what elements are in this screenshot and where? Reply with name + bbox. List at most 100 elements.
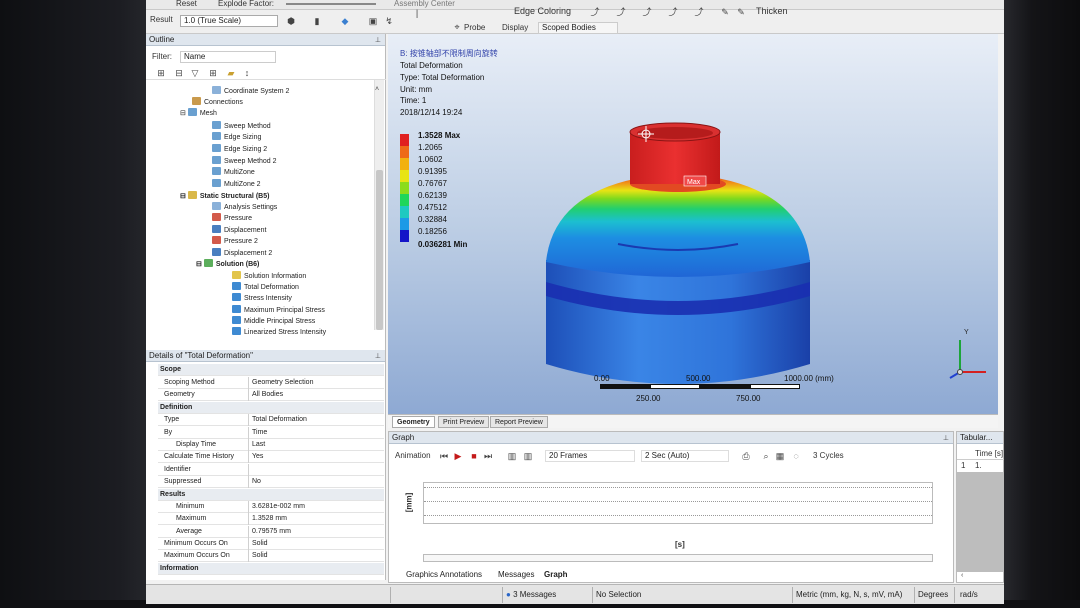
tab-graph[interactable]: Graph [544, 568, 568, 582]
tree-item-pressure-2[interactable]: Pressure 2 [212, 236, 258, 247]
tree-item-edge-sizing-2[interactable]: Edge Sizing 2 [212, 144, 267, 155]
tabular-row[interactable]: 1 1. [957, 460, 1004, 472]
edge-coloring-dropdown[interactable]: Edge Coloring [514, 6, 571, 16]
tab-messages[interactable]: Messages [498, 568, 534, 582]
tree-item-pressure[interactable]: Pressure [212, 213, 252, 224]
reset-button[interactable]: Reset [176, 0, 197, 8]
tree-item-middle-principal-stress[interactable]: Middle Principal Stress [232, 316, 315, 327]
grid-icon[interactable]: ▦ [775, 451, 785, 461]
filter-icon[interactable]: ▽ [190, 68, 200, 78]
details-section-definition[interactable]: Definition [158, 402, 384, 414]
details-row-min-occurs-on[interactable]: Minimum Occurs On Solid [158, 538, 384, 550]
tab-geometry[interactable]: Geometry [392, 416, 435, 428]
details-row-calc-time-history[interactable]: Calculate Time History Yes [158, 451, 384, 463]
tree-item-solution-information[interactable]: Solution Information [232, 271, 306, 282]
contour-bands-icon[interactable]: ▮ [312, 16, 322, 26]
tree-item-max-principal-stress[interactable]: Maximum Principal Stress [232, 305, 325, 316]
tree-item-linearized-stress[interactable]: Linearized Stress Intensity [232, 327, 326, 338]
details-row-geometry[interactable]: Geometry All Bodies [158, 389, 384, 401]
tab-print-preview[interactable]: Print Preview [438, 416, 490, 428]
graph-plot-area[interactable] [423, 482, 933, 524]
deformation-model[interactable]: Max [518, 114, 838, 404]
min-marker-icon[interactable]: ↯ [384, 16, 394, 26]
explode-factor-slider[interactable] [286, 3, 376, 5]
tree-item-sweep-method-2[interactable]: Sweep Method 2 [212, 156, 277, 167]
edge-display-icon-5[interactable]: ⤴ [694, 7, 704, 17]
tree-item-stress-intensity[interactable]: Stress Intensity [232, 293, 292, 304]
zoom-icon[interactable]: ⌕ [761, 451, 771, 461]
tab-graphics-annotations[interactable]: Graphics Annotations [406, 568, 482, 582]
edge-display-icon-3[interactable]: ⤴ [642, 7, 652, 17]
details-row-type[interactable]: Type Total Deformation [158, 414, 384, 426]
tree-item-displacement-2[interactable]: Displacement 2 [212, 248, 272, 259]
details-row-maximum[interactable]: Maximum 1.3528 mm [158, 513, 384, 525]
details-section-results[interactable]: Results [158, 489, 384, 501]
details-section-scope[interactable]: Scope [158, 364, 384, 376]
outline-scrollbar[interactable] [374, 80, 384, 330]
stop-icon[interactable]: ■ [469, 451, 479, 461]
skip-forward-icon[interactable]: ⏭ [483, 451, 493, 461]
tree-item-mesh[interactable]: ⊟ Mesh [180, 108, 217, 119]
scoped-bodies-dropdown[interactable]: Scoped Bodies [538, 22, 618, 34]
outline-scroll-thumb[interactable] [376, 170, 383, 330]
tree-item-multizone-2[interactable]: MultiZone 2 [212, 179, 261, 190]
frames-icon[interactable]: ▥ [507, 451, 517, 461]
time-slider[interactable] [423, 554, 933, 562]
scroll-left-icon[interactable]: ‹ [961, 572, 963, 579]
duration-dropdown[interactable]: 2 Sec (Auto) [641, 450, 729, 462]
frames-dropdown[interactable]: 20 Frames [545, 450, 635, 462]
edge-display-icon-4[interactable]: ⤴ [668, 7, 678, 17]
expand-icon[interactable]: ⊞ [208, 68, 218, 78]
details-row-minimum[interactable]: Minimum 3.6281e-002 mm [158, 501, 384, 513]
skip-back-icon[interactable]: ⏮ [439, 451, 449, 461]
probe-icon[interactable]: ⌖ [452, 22, 462, 32]
thicken-button[interactable]: Thicken [756, 6, 788, 16]
result-scale-dropdown[interactable]: 1.0 (True Scale) [180, 15, 278, 27]
edge-display-icon-6[interactable]: ✎ [720, 7, 730, 17]
folder-icon[interactable]: ▰ [226, 68, 236, 78]
filter-dropdown[interactable]: Name [180, 51, 276, 63]
messages-status[interactable]: ● 3 Messages [506, 588, 556, 602]
tree-item-sweep-method[interactable]: Sweep Method [212, 121, 271, 132]
edges-icon[interactable]: ◆ [340, 16, 350, 26]
tree-item-connections[interactable]: Connections [192, 97, 243, 108]
details-row-display-time[interactable]: Display Time Last [158, 439, 384, 451]
angular-velocity-unit-status[interactable]: rad/s [960, 588, 978, 602]
assembly-center-dropdown[interactable]: Assembly Center [394, 0, 455, 8]
graphics-viewport[interactable]: B: 按锥轴部不限制周向旋转 Total Deformation Type: T… [388, 34, 998, 414]
tree-item-static-structural[interactable]: ⊟ Static Structural (B5) [180, 191, 269, 202]
details-section-information[interactable]: Information [158, 563, 384, 575]
tree-item-analysis-settings[interactable]: Analysis Settings [212, 202, 277, 213]
expand-all-icon[interactable]: ⊞ [156, 68, 166, 78]
pin-icon[interactable]: ⊥ [375, 36, 381, 44]
angle-unit-status[interactable]: Degrees [918, 588, 948, 602]
edge-display-icon-1[interactable]: ⤴ [590, 7, 600, 17]
play-icon[interactable]: ▶ [453, 451, 463, 461]
pin-icon[interactable]: ⊥ [943, 434, 949, 442]
tree-item-multizone[interactable]: MultiZone [212, 167, 255, 178]
tree-item-edge-sizing[interactable]: Edge Sizing [212, 132, 261, 143]
edge-display-icon-7[interactable]: ✎ [736, 7, 746, 17]
pin-icon[interactable]: ⊥ [375, 352, 381, 360]
details-row-scoping-method[interactable]: Scoping Method Geometry Selection [158, 377, 384, 389]
tree-item-solution[interactable]: ⊟ Solution (B6) [196, 259, 259, 270]
max-marker-icon[interactable]: ▣ [368, 16, 378, 26]
sort-icon[interactable]: ↕ [242, 68, 252, 78]
display-mode-icon[interactable]: ⬢ [286, 16, 296, 26]
details-row-max-occurs-on[interactable]: Maximum Occurs On Solid [158, 550, 384, 562]
export-video-icon[interactable]: ⎙ [741, 451, 751, 461]
details-row-identifier[interactable]: Identifier [158, 464, 384, 476]
tab-report-preview[interactable]: Report Preview [490, 416, 548, 428]
probe-button[interactable]: Probe [464, 23, 485, 32]
details-row-by[interactable]: By Time [158, 427, 384, 439]
scroll-up-icon[interactable]: ˄ [375, 86, 379, 93]
cycles-icon[interactable]: ◌ [791, 451, 801, 461]
unit-system-status[interactable]: Metric (mm, kg, N, s, mV, mA) [796, 588, 902, 602]
tree-item-displacement[interactable]: Displacement [212, 225, 266, 236]
details-row-suppressed[interactable]: Suppressed No [158, 476, 384, 488]
details-row-average[interactable]: Average 0.79575 mm [158, 526, 384, 538]
tree-item-total-deformation[interactable]: Total Deformation [232, 282, 299, 293]
edge-display-icon-2[interactable]: ⤴ [616, 7, 626, 17]
distributed-icon[interactable]: ▥ [523, 451, 533, 461]
tree-item-coordinate-system-2[interactable]: Coordinate System 2 [212, 86, 289, 97]
